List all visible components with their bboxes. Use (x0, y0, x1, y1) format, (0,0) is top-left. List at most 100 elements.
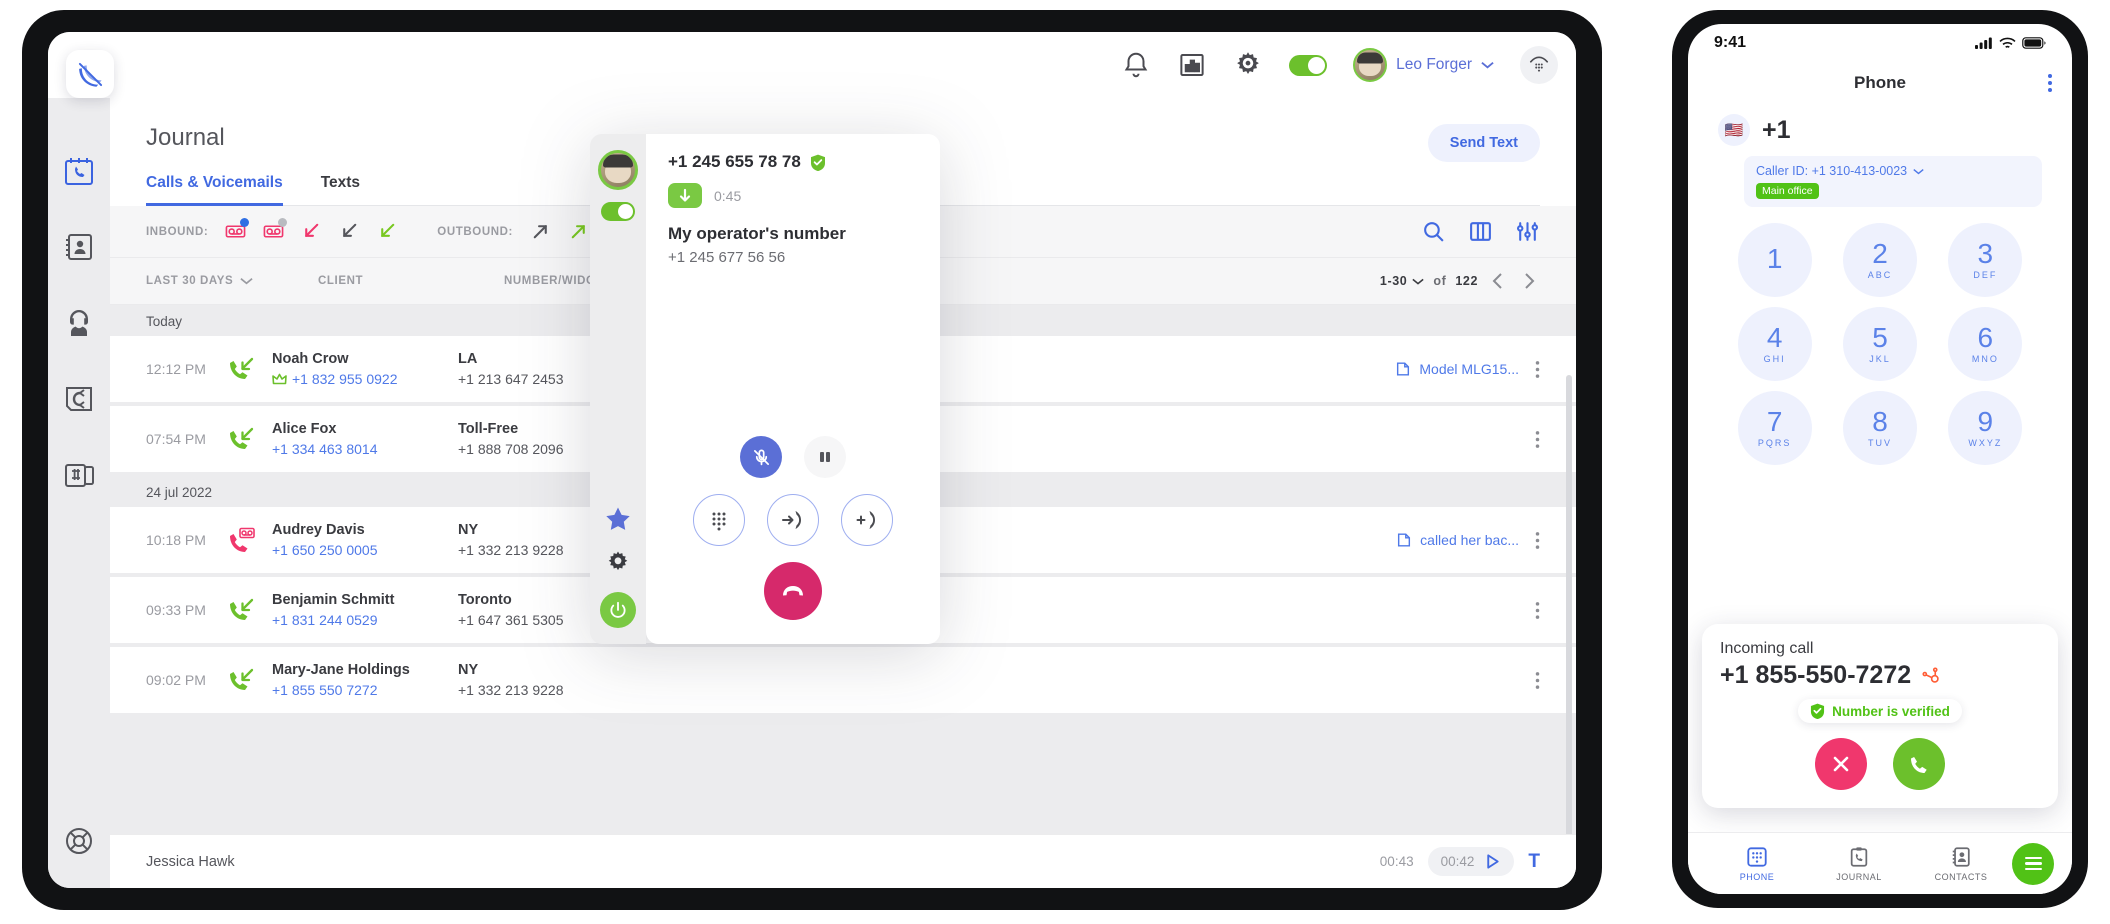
bell-icon[interactable] (1121, 50, 1151, 80)
row-note[interactable]: Model MLG15... (1395, 361, 1519, 377)
dialpad-key-3[interactable]: 3 DEF (1948, 223, 2023, 297)
incoming-number-text: +1 855-550-7272 (1720, 661, 1912, 689)
country-flag-icon[interactable]: 🇺🇸 (1718, 114, 1750, 146)
phone-number-input-row[interactable]: 🇺🇸 +1 (1688, 104, 2072, 146)
note-icon (1397, 362, 1410, 376)
address-book-icon (66, 234, 92, 260)
row-menu-icon[interactable] (1535, 529, 1540, 552)
next-page-icon[interactable] (1518, 270, 1540, 292)
gear-icon[interactable] (1233, 50, 1263, 80)
app-body: Send Text Journal Calls & Voicemails Tex… (48, 98, 1576, 888)
caller-id-text: Caller ID: +1 310-413-0023 (1756, 164, 1908, 178)
chart-icon[interactable] (1177, 50, 1207, 80)
client-number[interactable]: +1 650 250 0005 (272, 542, 458, 558)
row-menu-icon[interactable] (1535, 599, 1540, 622)
add-call-button[interactable] (841, 494, 893, 546)
player-play-control[interactable]: 00:42 (1427, 847, 1515, 876)
user-menu[interactable]: Leo Forger (1353, 48, 1494, 82)
call-popup-main: +1 245 655 78 78 0:45 My operator's numb… (646, 134, 940, 644)
gear-icon[interactable] (606, 550, 630, 574)
phone-number-value: +1 (1762, 115, 1791, 144)
column-header-date[interactable]: LAST 30 DAYS (146, 275, 272, 287)
search-icon[interactable] (1421, 219, 1446, 244)
dialpad-key-2[interactable]: 2 ABC (1842, 223, 1917, 297)
dialpad-key-4[interactable]: 4 GHI (1737, 307, 1812, 381)
client-number[interactable]: +1 832 955 0922 (272, 371, 458, 387)
sidebar-item-call-flows[interactable] (62, 382, 96, 416)
app-logo-button[interactable] (66, 50, 114, 98)
prev-page-icon[interactable] (1487, 270, 1509, 292)
key-digit: 1 (1766, 243, 1783, 274)
nav-label-contacts: CONTACTS (1934, 871, 1988, 882)
nav-item-journal[interactable]: JOURNAL (1808, 846, 1910, 882)
sidebar-item-help[interactable] (62, 824, 96, 858)
page-title: Phone (1854, 73, 1906, 92)
incoming-call-label: Incoming call (1720, 640, 1814, 657)
dialpad-key-8[interactable]: 8 TUV (1842, 391, 1917, 465)
transfer-call-button[interactable] (767, 494, 819, 546)
hangup-button[interactable] (764, 562, 822, 620)
dialpad-key-1[interactable]: 1 (1737, 223, 1812, 297)
row-note[interactable]: called her bac... (1396, 532, 1519, 548)
row-menu-icon[interactable] (1535, 669, 1540, 692)
outbound-answered-icon[interactable] (568, 221, 589, 242)
hang-up-session-button[interactable] (600, 592, 636, 628)
sidebar-item-operators[interactable] (62, 306, 96, 340)
sidebar-item-numbers[interactable] (62, 458, 96, 492)
operator-label: My operator's number (668, 224, 846, 243)
dialpad-key-6[interactable]: 6 MNO (1948, 307, 2023, 381)
columns-icon[interactable] (1468, 219, 1493, 244)
list-scrollbar[interactable] (1566, 375, 1572, 834)
dialpad-button[interactable] (1520, 46, 1558, 84)
client-number[interactable]: +1 334 463 8014 (272, 441, 458, 457)
key-letters: GHI (1763, 354, 1786, 364)
declined-call-icon[interactable] (339, 221, 360, 242)
row-note-text: Model MLG15... (1419, 361, 1519, 377)
page-range-select[interactable]: 1-30 (1380, 274, 1424, 288)
nav-item-phone[interactable]: PHONE (1706, 846, 1808, 882)
key-letters: WXYZ (1968, 438, 2003, 448)
row-menu-icon[interactable] (1535, 428, 1540, 451)
transcript-button[interactable]: T (1528, 851, 1540, 873)
call-availability-toggle[interactable] (601, 202, 635, 221)
client-number-text: +1 831 244 0529 (272, 612, 378, 628)
client-number[interactable]: +1 855 550 7272 (272, 682, 458, 698)
decline-call-button[interactable] (1815, 738, 1867, 790)
filter-tools (1421, 219, 1540, 244)
sliders-icon[interactable] (1515, 219, 1540, 244)
voicemail-heard-icon[interactable] (263, 218, 288, 242)
accept-call-button[interactable] (1893, 738, 1945, 790)
answered-call-icon[interactable] (377, 221, 398, 242)
pause-button[interactable] (804, 436, 846, 478)
kebab-menu-icon[interactable] (2048, 74, 2052, 92)
shield-check-icon (810, 154, 825, 171)
mute-button[interactable] (740, 436, 782, 478)
address-book-icon (1952, 846, 1970, 867)
dialpad-key-7[interactable]: 7 PQRS (1737, 391, 1812, 465)
nav-item-contacts[interactable]: CONTACTS (1910, 846, 2012, 882)
availability-toggle[interactable] (1289, 54, 1328, 76)
incoming-call-card: Incoming call +1 855-550-7272 Number is … (1702, 624, 2058, 808)
dialpad-key-5[interactable]: 5 JKL (1842, 307, 1917, 381)
dialpad-key-9[interactable]: 9 WXYZ (1948, 391, 2023, 465)
sidebar-item-contacts[interactable] (62, 230, 96, 264)
player-current-time: 00:42 (1440, 854, 1475, 869)
outbound-unanswered-icon[interactable] (530, 221, 551, 242)
avatar (598, 150, 638, 190)
sidebar-item-journal[interactable] (62, 154, 96, 188)
row-menu-icon[interactable] (1535, 358, 1540, 381)
column-label-date: LAST 30 DAYS (146, 275, 234, 287)
tab-texts[interactable]: Texts (321, 174, 360, 206)
column-header-client: CLIENT (318, 275, 364, 287)
table-row[interactable]: 09:02 PM Mary-Jane Holdings +1 855 550 7… (110, 647, 1576, 713)
client-number[interactable]: +1 831 244 0529 (272, 612, 458, 628)
caller-id-select[interactable]: Caller ID: +1 310-413-0023 (1756, 164, 2030, 178)
tab-calls-voicemails[interactable]: Calls & Voicemails (146, 174, 283, 206)
star-icon[interactable] (605, 506, 631, 532)
menu-fab-button[interactable] (2012, 842, 2054, 885)
voicemail-new-icon[interactable] (225, 218, 250, 242)
send-text-button[interactable]: Send Text (1427, 124, 1540, 162)
dialpad-button[interactable] (693, 494, 745, 546)
chevron-down-icon (1481, 61, 1494, 69)
missed-call-icon[interactable] (301, 221, 322, 242)
